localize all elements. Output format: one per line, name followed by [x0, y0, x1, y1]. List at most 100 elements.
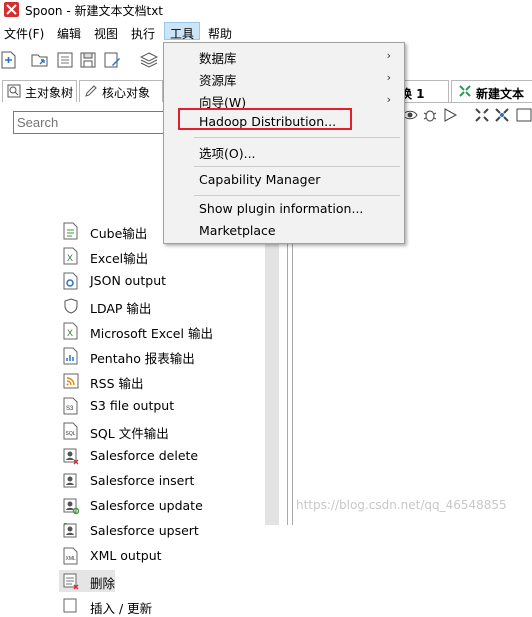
chevron-right-icon: › [386, 93, 391, 106]
menu-item-database[interactable]: 数据库 › [165, 45, 403, 67]
menu-file[interactable]: 文件(F) [4, 25, 44, 42]
title-bar: Spoon - 新建文本文档txt [0, 0, 532, 20]
list-item-label: 删除 [90, 576, 116, 591]
excel-icon: X [63, 322, 78, 340]
menu-item-capability-manager-label: Capability Manager [199, 172, 321, 187]
transform-tab-icon [459, 85, 471, 97]
tab-main-tree[interactable]: 主对象树 [2, 80, 77, 102]
list-item[interactable]: Salesforce delete [63, 445, 263, 467]
menu-item-marketplace[interactable]: Marketplace [165, 220, 403, 242]
salesforce-insert-icon [63, 473, 77, 488]
rss-icon [63, 373, 79, 389]
menu-item-database-label: 数据库 [199, 51, 237, 66]
menu-separator [194, 166, 400, 167]
menu-run[interactable]: 执行 [131, 25, 155, 42]
list-item[interactable]: Salesforce insert [63, 470, 263, 492]
tab-new-text-doc[interactable]: 新建文本文 [451, 80, 532, 118]
impact-icon[interactable] [494, 107, 510, 123]
list-item-selected[interactable]: 删除 [59, 570, 115, 592]
list-item-label: Excel输出 [90, 251, 149, 266]
salesforce-update-icon [63, 498, 79, 515]
chevron-right-icon: › [386, 49, 391, 62]
list-item[interactable]: SQL SQL 文件输出 [63, 420, 263, 442]
s3-file-icon: S3 [63, 397, 78, 415]
list-item[interactable]: X Microsoft Excel 输出 [63, 320, 263, 342]
list-item-label: Pentaho 报表输出 [90, 351, 195, 366]
menu-separator [194, 195, 400, 196]
menu-item-show-plugin-information[interactable]: Show plugin information... [165, 198, 403, 220]
list-item[interactable]: RSS 输出 [63, 370, 263, 392]
menu-bar: 文件(F) 编辑 视图 执行 工具 帮助 [0, 21, 532, 43]
debug-bug-icon[interactable] [422, 107, 438, 123]
list-item-label: SQL 文件输出 [90, 426, 169, 441]
menu-view[interactable]: 视图 [94, 25, 118, 42]
svg-text:X: X [67, 328, 73, 338]
menu-item-show-plugin-information-label: Show plugin information... [199, 201, 364, 216]
replay-icon[interactable] [442, 107, 458, 123]
list-item[interactable]: Salesforce upsert [63, 520, 263, 542]
svg-text:XML: XML [66, 556, 77, 562]
list-item-label: Cube输出 [90, 226, 148, 241]
explore-icon[interactable] [56, 51, 74, 69]
menu-separator [194, 137, 400, 138]
list-item[interactable]: XML XML output [63, 545, 263, 567]
watermark-text: https://blog.csdn.net/qq_46548855 [296, 498, 507, 512]
list-item-label: XML output [90, 548, 162, 563]
list-item-label: JSON output [90, 273, 167, 288]
menu-tools[interactable]: 工具 [164, 22, 201, 41]
tools-dropdown-menu: 数据库 › 资源库 › 向导(W) › Hadoop Distribution.… [163, 42, 405, 244]
menu-item-options[interactable]: 选项(O)... [165, 140, 403, 162]
sql-file-icon: SQL [63, 422, 78, 440]
list-item[interactable]: 插入 / 更新 [63, 595, 263, 617]
list-item-label: S3 file output [90, 398, 175, 413]
menu-edit[interactable]: 编辑 [57, 25, 81, 42]
list-item-label: RSS 输出 [90, 376, 144, 391]
ldap-shield-icon [64, 298, 78, 314]
tree-tab-icon [7, 84, 21, 98]
list-item[interactable]: JSON output [63, 270, 263, 292]
menu-item-marketplace-label: Marketplace [199, 223, 276, 238]
svg-text:SQL: SQL [66, 431, 76, 437]
svg-text:S3: S3 [66, 406, 74, 412]
list-item-label: Salesforce update [90, 498, 203, 513]
salesforce-delete-icon [63, 448, 79, 465]
cube-file-icon [63, 222, 78, 240]
menu-item-options-label: 选项(O)... [199, 146, 256, 161]
highlight-annotation-box [178, 108, 352, 130]
spoon-app-icon [4, 2, 19, 17]
verify-icon[interactable] [474, 107, 490, 123]
list-item[interactable]: Salesforce update [63, 495, 263, 517]
report-chart-icon [63, 347, 78, 365]
delete-rows-icon [63, 573, 79, 590]
window-title: Spoon - 新建文本文档txt [25, 4, 163, 18]
layers-icon[interactable] [140, 51, 158, 69]
sql-icon[interactable] [516, 107, 532, 123]
list-item[interactable]: LDAP 输出 [63, 295, 263, 317]
list-item[interactable]: X Excel输出 [63, 245, 263, 267]
list-item-label: Salesforce upsert [90, 523, 199, 538]
list-item[interactable]: S3 S3 file output [63, 395, 263, 417]
menu-item-repository-label: 资源库 [199, 73, 237, 88]
pencil-icon [85, 85, 97, 97]
tab-core-objects-label: 核心对象 [102, 86, 151, 100]
list-item[interactable]: Pentaho 报表输出 [63, 345, 263, 367]
save-as-icon[interactable] [103, 51, 121, 69]
excel-icon: X [63, 247, 78, 265]
list-item-label: Microsoft Excel 输出 [90, 326, 213, 341]
menu-help[interactable]: 帮助 [208, 25, 232, 42]
list-item-label: Salesforce insert [90, 473, 195, 488]
list-item-label: 插入 / 更新 [90, 601, 153, 616]
xml-file-icon: XML [63, 547, 78, 565]
list-item-label: LDAP 输出 [90, 301, 152, 316]
list-item-label: Salesforce delete [90, 448, 199, 463]
open-folder-icon[interactable] [31, 51, 49, 69]
new-file-icon[interactable] [0, 51, 18, 69]
chevron-right-icon: › [386, 71, 391, 84]
menu-item-repository[interactable]: 资源库 › [165, 67, 403, 89]
menu-item-capability-manager[interactable]: Capability Manager [165, 169, 403, 191]
tab-main-tree-label: 主对象树 [25, 86, 74, 100]
svg-text:X: X [67, 253, 73, 263]
insert-update-icon [63, 598, 77, 613]
tab-core-objects[interactable]: 核心对象 [79, 80, 163, 102]
save-icon[interactable] [79, 51, 97, 69]
